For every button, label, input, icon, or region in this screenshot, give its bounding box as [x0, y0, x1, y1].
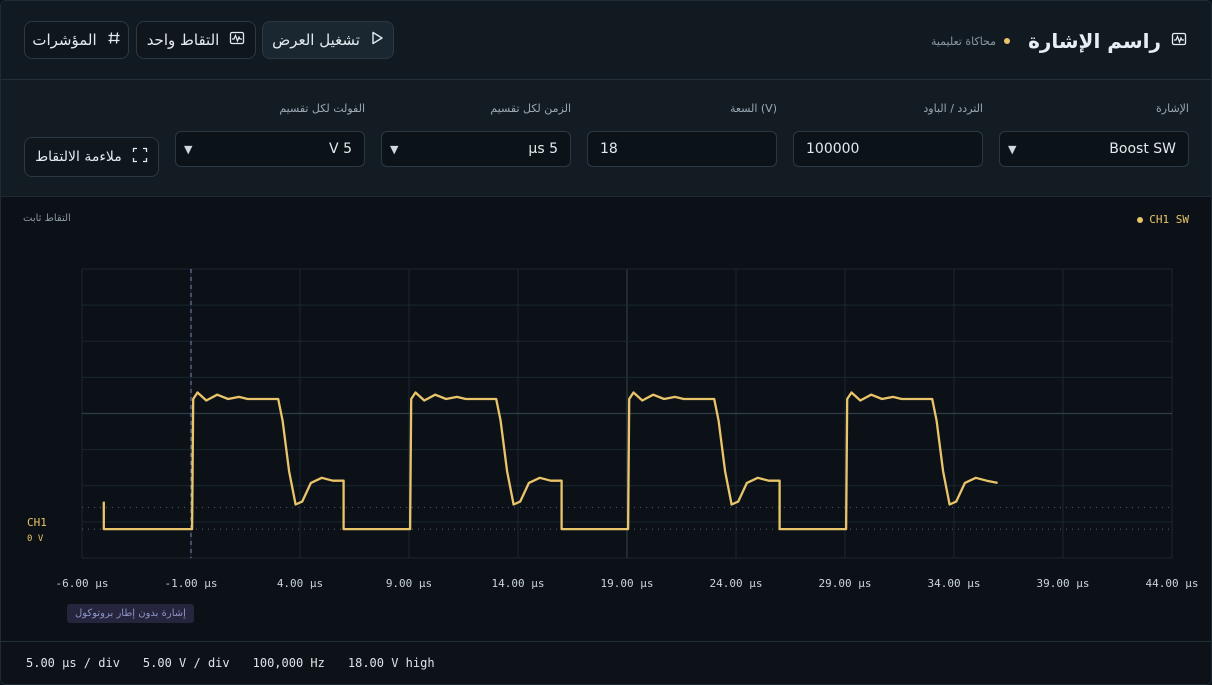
signal-label: الإشارة [1156, 102, 1189, 115]
x-tick-label: 19.00 µs [601, 577, 654, 590]
x-tick-label: 9.00 µs [386, 577, 432, 590]
page-title: راسم الإشارة [1028, 29, 1161, 53]
footer-timebase: 5.00 µs / div [26, 656, 120, 670]
hash-icon [107, 31, 121, 49]
mode-indicator: محاكاة تعليمية [930, 34, 1011, 48]
app-header: راسم الإشارة محاكاة تعليمية تشغيل العرض … [1, 1, 1211, 80]
chevron-down-icon: ▼ [1008, 142, 1017, 156]
protocol-tag: إشارة بدون إطار بروتوكول [67, 604, 194, 623]
voltdiv-select[interactable]: 5 V ▼ [175, 131, 365, 167]
signal-select[interactable]: Boost SW ▼ [999, 131, 1189, 167]
x-tick-label: 44.00 µs [1146, 577, 1199, 590]
x-tick-label: 39.00 µs [1037, 577, 1090, 590]
signal-value: Boost SW [1109, 141, 1176, 157]
status-dot [1004, 38, 1011, 44]
controls-panel: الإشارة Boost SW ▼ التردد / الباود السعة… [1, 80, 1211, 197]
fit-capture-label: ملاءمة الالتقاط [35, 149, 122, 165]
status-bar: 5.00 µs / div 5.00 V / div 100,000 Hz 18… [1, 641, 1211, 684]
waveform-plot[interactable]: -6.00 µs -1.00 µs 4.00 µs 9.00 µs 14.00 µs 19… [1, 197, 1211, 597]
x-tick-label: 14.00 µs [492, 577, 545, 590]
timebase-value: 5 µs [528, 141, 558, 157]
brand: راسم الإشارة محاكاة تعليمية [931, 29, 1187, 53]
mode-label: محاكاة تعليمية [930, 34, 997, 48]
single-capture-button[interactable]: التقاط واحد [136, 21, 256, 59]
oscilloscope-app: راسم الإشارة محاكاة تعليمية تشغيل العرض … [0, 0, 1212, 685]
cursors-button[interactable]: المؤشرات [24, 21, 129, 59]
chevron-down-icon: ▼ [184, 142, 193, 156]
amplitude-input[interactable] [587, 131, 777, 167]
x-tick-label: -6.00 µs [56, 577, 109, 590]
x-tick-label: 29.00 µs [819, 577, 872, 590]
footer-frequency: 100,000 Hz [252, 656, 325, 670]
waveform-icon [1171, 31, 1187, 51]
run-button[interactable]: تشغيل العرض [262, 21, 394, 59]
single-capture-label: التقاط واحد [146, 31, 220, 49]
amplitude-label: السعة (V) [729, 102, 777, 115]
channel-name: CH1 [27, 516, 47, 529]
run-button-label: تشغيل العرض [272, 31, 360, 49]
x-tick-label: 34.00 µs [928, 577, 981, 590]
fit-capture-button[interactable]: ملاءمة الالتقاط [24, 137, 159, 177]
x-tick-label: 24.00 µs [710, 577, 763, 590]
scope-area: التقاط ثابت CH1 SW -6.00 µs -1.00 µs 4.00 … [1, 197, 1211, 640]
voltdiv-label: الفولت لكل تقسيم [279, 102, 365, 115]
footer-amplitude: 18.00 V high [347, 656, 435, 670]
x-tick-label: -1.00 µs [165, 577, 218, 590]
timebase-select[interactable]: 5 µs ▼ [381, 131, 571, 167]
capture-icon [229, 30, 245, 50]
timebase-label: الزمن لكل تقسيم [490, 102, 571, 115]
frequency-input[interactable] [793, 131, 983, 167]
chevron-down-icon: ▼ [390, 142, 399, 156]
frequency-label: التردد / الباود [923, 102, 983, 115]
footer-voltdiv: 5.00 V / div [142, 656, 230, 670]
x-tick-label: 4.00 µs [277, 577, 323, 590]
voltdiv-value: 5 V [329, 141, 352, 157]
channel-offset: 0 V [27, 534, 44, 544]
cursors-label: المؤشرات [32, 31, 97, 49]
fullscreen-icon [132, 147, 148, 167]
play-icon [370, 31, 384, 49]
